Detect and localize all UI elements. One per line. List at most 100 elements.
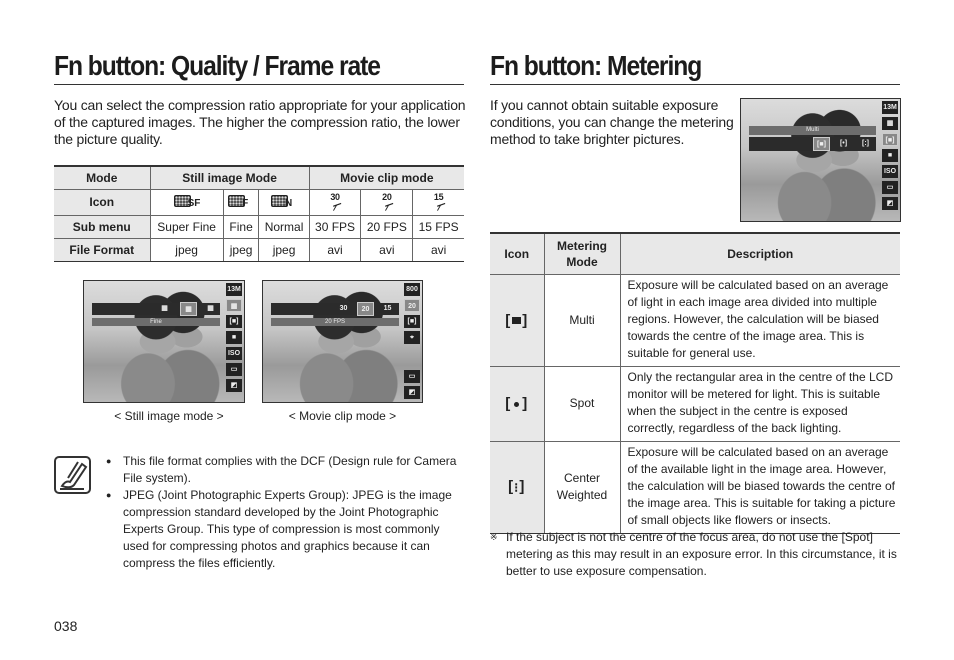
frame-rate-icon: 20: [404, 299, 420, 312]
quality-icon: ▦: [226, 299, 242, 312]
quality-normal-icon: N: [271, 193, 297, 211]
table-row-sub-menu: Sub menu Super Fine Fine Normal 30 FPS 2…: [54, 214, 464, 239]
metering-footnote: ※ If the subject is not the centre of th…: [490, 529, 900, 580]
table-cell: jpeg: [258, 237, 310, 262]
note-pencil-icon: [54, 456, 91, 494]
header-movie-clip-mode: Movie clip mode: [308, 165, 464, 190]
option-fps-30-icon: 30: [339, 305, 348, 312]
title-divider: [490, 84, 900, 85]
table-cell: 15 FPS: [412, 214, 464, 239]
footnote-text: If the subject is not the centre of the …: [506, 530, 897, 578]
footnote-mark: ※: [490, 532, 498, 542]
table-cell: Fine: [222, 214, 260, 239]
table-cell: []: [490, 365, 545, 442]
table-cell: Center Weighted: [543, 440, 621, 534]
exposure-compensation-icon: ◩: [404, 386, 420, 399]
table-header-row: Icon Metering Mode Description: [490, 232, 900, 275]
movie-mode-screenshot: 30 20 15 20 FPS 800 20 [■] ⌖ ▭ ◩: [262, 280, 423, 403]
metering-table: Icon Metering Mode Description [] Multi …: [490, 232, 900, 534]
note-list: This file format complies with the DCF (…: [106, 453, 466, 572]
iso-icon: ISO: [226, 347, 242, 360]
table-cell: jpeg: [222, 237, 260, 262]
table-cell: Super Fine: [149, 214, 224, 239]
table-cell: Multi: [543, 273, 621, 367]
table-row-file-format: File Format jpeg jpeg jpeg avi avi avi: [54, 237, 464, 262]
lcd-side-menu: 13M ▦ [■] ■ ISO ▭ ◩: [226, 283, 242, 392]
still-mode-caption: < Still image mode >: [114, 409, 224, 423]
center-weighted-metering-icon: [⁝]: [508, 478, 526, 496]
image-size-icon: 13M: [882, 101, 898, 114]
table-cell: 20 ⸝̶: [360, 188, 414, 216]
metering-icon: [■]: [404, 315, 420, 328]
table-row-multi: [] Multi Exposure will be calculated bas…: [490, 273, 900, 367]
fps-15-icon: 15 ⸝̶: [433, 192, 444, 213]
quality-icon: ▦: [882, 117, 898, 130]
table-cell: jpeg: [149, 237, 224, 262]
multi-metering-icon: []: [505, 311, 529, 329]
row-label-sub-menu: Sub menu: [54, 214, 151, 239]
fps-30-icon: 30 ⸝̶: [330, 192, 340, 213]
table-cell: avi: [360, 237, 414, 262]
image-size-icon: 13M: [226, 283, 242, 296]
option-super-fine-icon: ▦: [161, 305, 168, 312]
metering-icon: [■]: [882, 133, 898, 146]
note-item: JPEG (Joint Photographic Experts Group):…: [106, 487, 466, 572]
still-mode-screenshot: ▦ ▦ ▦ Fine 13M ▦ [■] ■ ISO ▭ ◩: [83, 280, 245, 403]
couple-photo: [741, 99, 900, 221]
metering-icon: [■]: [226, 315, 242, 328]
table-cell: avi: [308, 237, 362, 262]
row-label-file-format: File Format: [54, 237, 151, 262]
table-cell: [⁝]: [490, 440, 545, 534]
header-description: Description: [619, 232, 900, 275]
table-cell: 20 FPS: [360, 214, 414, 239]
iso-icon: ISO: [882, 165, 898, 178]
couple-photo: [84, 281, 244, 402]
row-label-icon: Icon: [54, 188, 151, 216]
quality-table: Mode Still image Mode Movie clip mode Ic…: [54, 165, 464, 262]
metering-intro-text: If you cannot obtain suitable exposure c…: [490, 97, 734, 147]
couple-photo: [263, 281, 422, 402]
option-multi-icon: [■]: [813, 137, 830, 151]
stabilizer-icon: ⌖: [404, 331, 420, 344]
movie-size-icon: 800: [404, 283, 420, 296]
section-title-quality: Fn button: Quality / Frame rate: [54, 50, 381, 81]
white-balance-icon: ▭: [226, 363, 242, 376]
header-icon: Icon: [490, 232, 545, 275]
table-cell: Spot: [543, 365, 621, 442]
table-cell: Normal: [258, 214, 310, 239]
exposure-compensation-icon: ◩: [226, 379, 242, 392]
spot-metering-icon: []: [505, 395, 529, 412]
selected-option-label: Multi: [749, 126, 876, 135]
table-cell: Exposure will be calculated based on an …: [619, 440, 900, 534]
option-fps-20-icon: 20: [357, 302, 374, 316]
table-cell: avi: [412, 237, 464, 262]
table-row-spot: [] Spot Only the rectangular area in the…: [490, 365, 900, 442]
lcd-side-menu: 13M ▦ [■] ■ ISO ▭ ◩: [882, 101, 898, 210]
table-cell: F: [222, 188, 260, 216]
option-normal-icon: ▦: [207, 305, 214, 312]
table-cell: Exposure will be calculated based on an …: [619, 273, 900, 367]
fps-20-icon: 20 ⸝̶: [382, 192, 392, 213]
table-cell: []: [490, 273, 545, 367]
quality-super-fine-icon: SF: [173, 193, 200, 211]
header-metering-mode: Metering Mode: [543, 232, 621, 275]
header-mode: Mode: [54, 165, 151, 190]
quality-fine-icon: F: [228, 193, 254, 211]
table-cell: SF: [149, 188, 224, 216]
selected-option-label: Fine: [92, 318, 220, 326]
note-item: This file format complies with the DCF (…: [106, 453, 466, 487]
drive-mode-icon: ■: [226, 331, 242, 344]
table-row-icon: Icon SF F N 30 ⸝̶ 20 ⸝̶ 15 ⸝̶: [54, 188, 464, 216]
white-balance-icon: ▭: [882, 181, 898, 194]
white-balance-icon: ▭: [404, 370, 420, 383]
metering-screenshot: Multi [■] [•] [:] 13M ▦ [■] ■ ISO ▭ ◩: [740, 98, 901, 222]
option-spot-icon: [•]: [839, 140, 848, 147]
exposure-compensation-icon: ◩: [882, 197, 898, 210]
page-number: 038: [54, 618, 78, 634]
option-center-weighted-icon: [:]: [862, 140, 869, 147]
table-cell: Only the rectangular area in the centre …: [619, 365, 900, 442]
drive-mode-icon: ■: [882, 149, 898, 162]
section-title-metering: Fn button: Metering: [490, 50, 702, 81]
table-cell: N: [258, 188, 310, 216]
movie-mode-caption: < Movie clip mode >: [288, 409, 397, 423]
